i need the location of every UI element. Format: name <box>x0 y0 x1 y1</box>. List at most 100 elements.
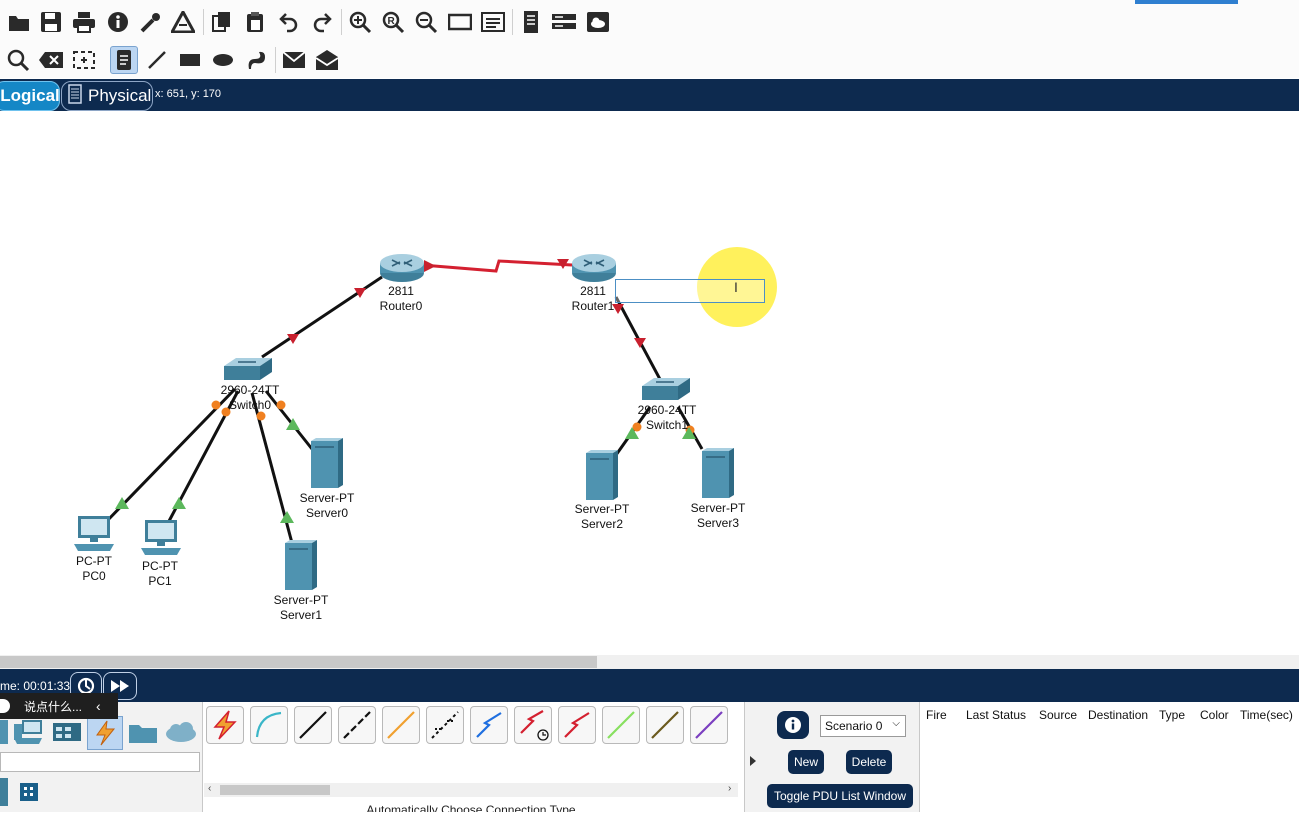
viewport-icon[interactable] <box>518 9 544 35</box>
draw-ellipse-icon[interactable] <box>210 47 236 73</box>
scrollbar-thumb[interactable] <box>0 656 597 668</box>
draw-line-icon[interactable] <box>144 47 170 73</box>
custom-icon[interactable] <box>170 9 196 35</box>
server2-label: Server-PT Server2 <box>574 502 630 531</box>
server2-device[interactable] <box>585 449 619 506</box>
resize-icon[interactable] <box>71 47 97 73</box>
misc-category-icon[interactable] <box>128 720 158 749</box>
activity-wizard-icon[interactable] <box>138 9 164 35</box>
device-category-icon[interactable] <box>0 720 8 744</box>
simulation-time-bar: me: 00:01:33 <box>0 669 1299 702</box>
new-scenario-button[interactable]: New <box>788 750 824 774</box>
paste-icon[interactable] <box>242 9 268 35</box>
copy-icon[interactable] <box>209 9 235 35</box>
connection-copper-straight[interactable] <box>294 706 332 744</box>
connection-usb[interactable] <box>690 706 728 744</box>
place-note-icon[interactable] <box>110 46 138 74</box>
connections-category-icon[interactable] <box>87 716 123 750</box>
scroll-left-icon[interactable]: ‹ <box>208 783 211 794</box>
pc0-device[interactable] <box>72 515 116 558</box>
rename-input[interactable] <box>615 279 765 303</box>
connection-serial-dte[interactable] <box>558 706 596 744</box>
freeform-icon[interactable] <box>243 47 269 73</box>
connection-serial-dce[interactable] <box>514 706 552 744</box>
scenario-select[interactable]: Scenario 0 ⌵ <box>820 715 906 737</box>
end-devices-category-icon[interactable] <box>12 718 44 751</box>
connection-fiber[interactable] <box>382 706 420 744</box>
complex-pdu-icon[interactable] <box>314 47 340 73</box>
col-last-status: Last Status <box>966 708 1027 722</box>
tab-physical-label: Physical <box>88 86 152 105</box>
drawing-palette-icon[interactable] <box>447 9 473 35</box>
info-icon[interactable] <box>105 9 131 35</box>
svg-text:R: R <box>388 16 396 27</box>
router1-device[interactable] <box>570 251 618 288</box>
print-icon[interactable] <box>71 9 97 35</box>
connection-copper-cross[interactable] <box>338 706 376 744</box>
zoom-out-icon[interactable] <box>413 9 439 35</box>
info-icon <box>785 717 801 733</box>
chat-popup[interactable]: 说点什么... ‹ <box>0 693 118 719</box>
router-icon <box>380 254 424 282</box>
col-type: Type <box>1159 708 1186 722</box>
workspace-hscrollbar[interactable] <box>0 655 1299 669</box>
text-cursor-icon: I <box>734 279 738 295</box>
server3-label: Server-PT Server3 <box>690 501 746 530</box>
server0-label: Server-PT Server0 <box>299 491 355 520</box>
connection-phone[interactable] <box>426 706 464 744</box>
connection-automatic[interactable] <box>206 706 244 744</box>
link-router0-router1-serial[interactable] <box>421 259 573 273</box>
components-category-icon[interactable] <box>52 720 82 749</box>
draw-rectangle-icon[interactable] <box>177 47 203 73</box>
scroll-right-icon[interactable]: › <box>728 783 731 794</box>
save-icon[interactable] <box>38 9 64 35</box>
cloud-window-icon[interactable] <box>585 9 611 35</box>
redo-icon[interactable] <box>309 9 335 35</box>
connection-iot[interactable] <box>646 706 684 744</box>
server0-device[interactable] <box>310 437 344 494</box>
zoom-in-icon[interactable] <box>347 9 373 35</box>
scrollbar-thumb[interactable] <box>220 785 330 795</box>
col-fire: Fire <box>926 708 947 722</box>
tab-physical[interactable]: Physical <box>61 81 153 111</box>
port-marker <box>172 497 186 509</box>
connection-octal[interactable] <box>602 706 640 744</box>
panel-splitter[interactable] <box>744 702 761 812</box>
server1-device[interactable] <box>284 539 318 596</box>
chevron-left-icon[interactable]: ‹ <box>96 698 101 714</box>
device-search-field[interactable] <box>0 752 200 772</box>
server-icon <box>702 448 734 498</box>
simple-pdu-icon[interactable] <box>281 47 307 73</box>
server3-device[interactable] <box>701 447 735 504</box>
server-icon <box>586 450 618 500</box>
connection-caption: Automatically Choose Connection Type <box>366 803 576 812</box>
col-time: Time(sec) <box>1240 708 1293 722</box>
router-icon <box>572 254 616 282</box>
chevron-down-icon: ⌵ <box>892 718 900 729</box>
delete-icon[interactable] <box>38 47 64 73</box>
custom-device-icon[interactable] <box>480 9 506 35</box>
main-toolbar: R <box>0 0 1299 43</box>
delete-scenario-button[interactable]: Delete <box>846 750 892 774</box>
inspect-icon[interactable] <box>5 47 31 73</box>
zoom-reset-icon[interactable]: R <box>380 9 406 35</box>
connection-console[interactable] <box>250 706 288 744</box>
fast-forward-icon <box>111 680 129 692</box>
connection-hscrollbar[interactable]: ‹ › <box>204 783 738 797</box>
open-folder-icon[interactable] <box>6 9 32 35</box>
logical-workspace[interactable]: 2811 Router0 2811 Router1 I 2960-24TT Switc… <box>0 111 1299 656</box>
multiuser-category-icon[interactable] <box>164 720 198 749</box>
undo-icon[interactable] <box>276 9 302 35</box>
port-marker <box>280 511 294 523</box>
device-subtype-tab[interactable] <box>0 778 8 806</box>
connection-coaxial[interactable] <box>470 706 508 744</box>
realtime-clock: me: 00:01:33 <box>0 679 71 693</box>
toggle-pdu-list-button[interactable]: Toggle PDU List Window <box>767 784 913 808</box>
pc1-device[interactable] <box>139 519 183 562</box>
router0-device[interactable] <box>378 251 426 288</box>
grid-view-icon[interactable] <box>19 782 39 807</box>
scenario-info-button[interactable] <box>777 711 809 739</box>
tab-logical[interactable]: Logical <box>0 81 60 111</box>
device-dialog-icon[interactable] <box>551 9 577 35</box>
pdu-list-table: Fire Last Status Source Destination Type… <box>919 702 1299 812</box>
